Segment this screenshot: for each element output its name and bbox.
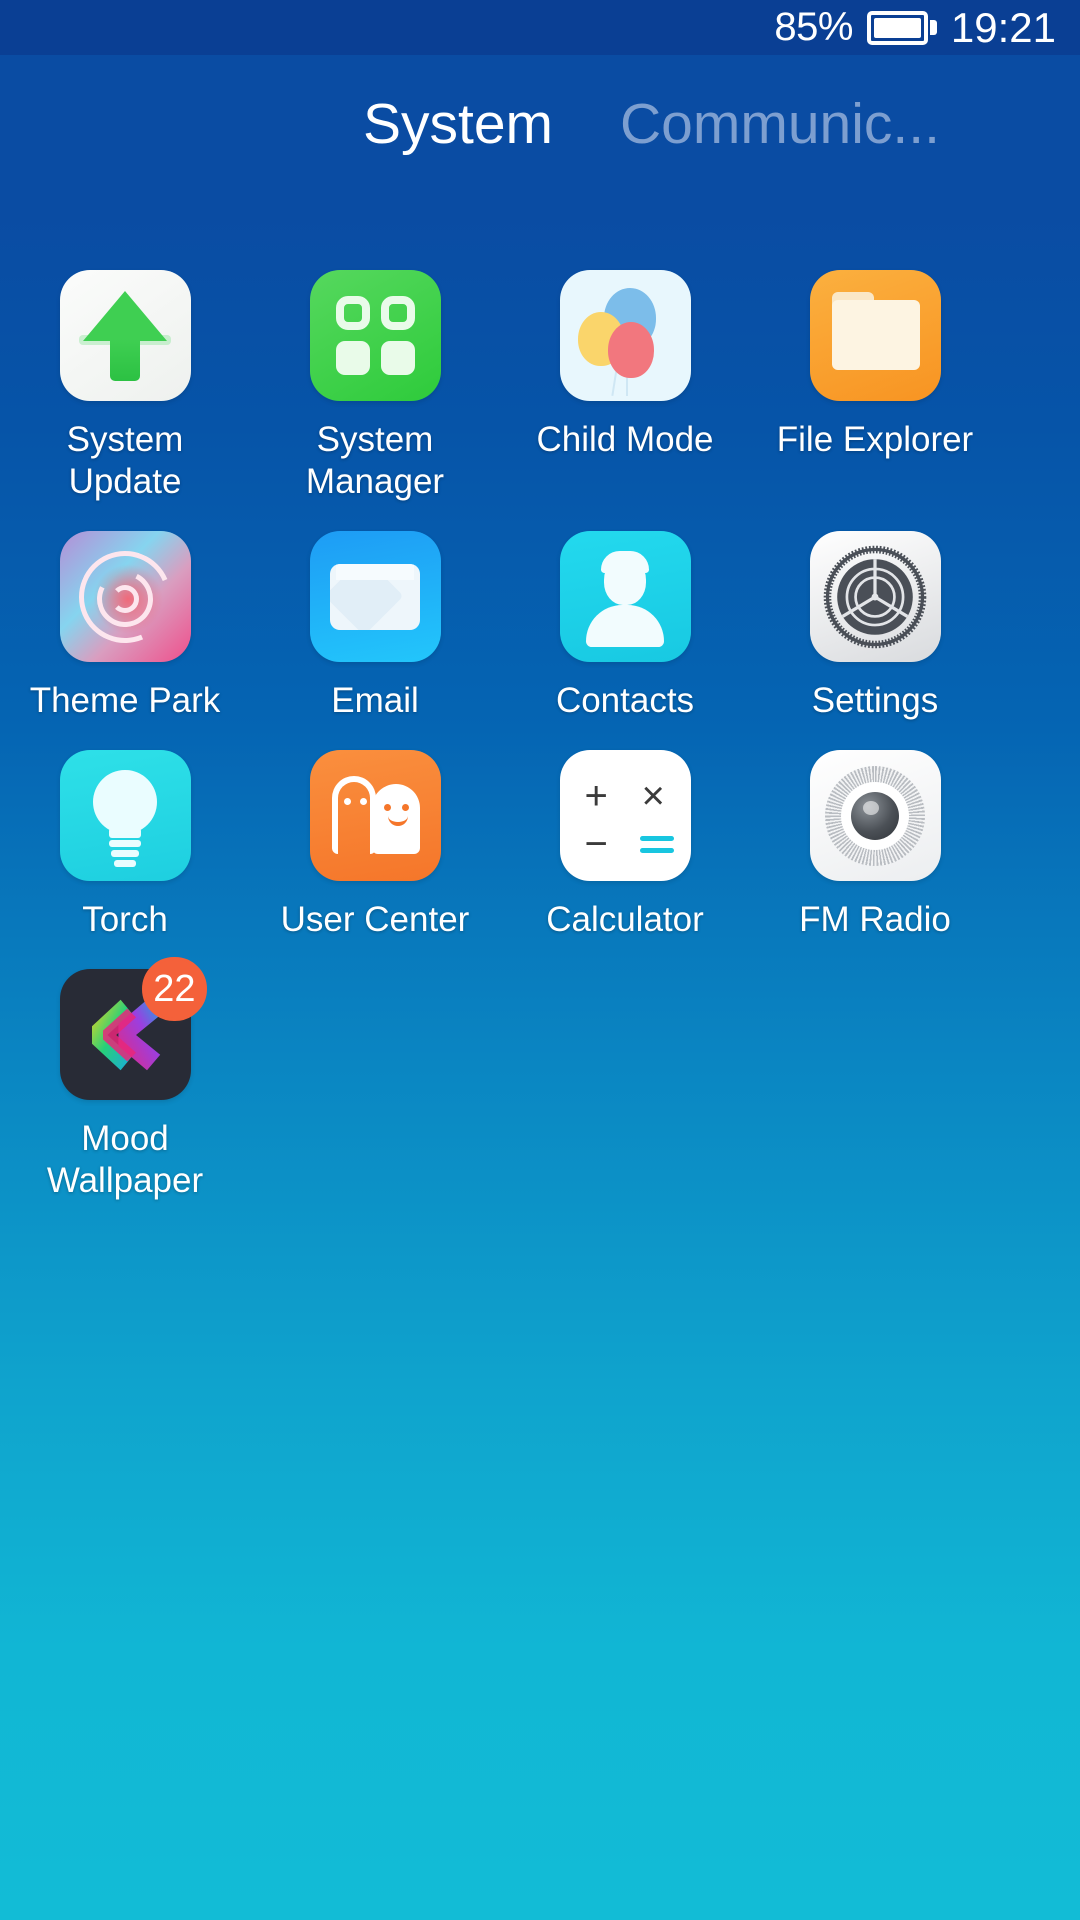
- app-item[interactable]: System Update: [22, 270, 228, 503]
- app-item[interactable]: Contacts: [522, 531, 728, 722]
- app-label: Torch: [18, 899, 233, 941]
- app-item[interactable]: User Center: [272, 750, 478, 941]
- child-mode-icon[interactable]: [560, 270, 691, 401]
- app-item[interactable]: Settings: [772, 531, 978, 722]
- status-bar: 85% 19:21: [0, 0, 1080, 55]
- app-item[interactable]: System Manager: [272, 270, 478, 503]
- tab-communication[interactable]: Communic...: [620, 91, 940, 157]
- battery-icon: [867, 11, 937, 45]
- system-manager-icon[interactable]: [310, 270, 441, 401]
- app-item[interactable]: Torch: [22, 750, 228, 941]
- app-label: Calculator: [518, 899, 733, 941]
- app-label: System Manager: [268, 419, 483, 503]
- theme-park-icon[interactable]: [60, 531, 191, 662]
- system-update-icon[interactable]: [60, 270, 191, 401]
- email-icon[interactable]: [310, 531, 441, 662]
- notification-badge: 22: [142, 957, 206, 1021]
- app-item[interactable]: FM Radio: [772, 750, 978, 941]
- app-item[interactable]: 22Mood Wallpaper: [22, 969, 228, 1202]
- category-tabs: System Communic...: [0, 78, 1080, 170]
- app-item[interactable]: Child Mode: [522, 270, 728, 503]
- tab-system[interactable]: System: [363, 91, 553, 157]
- user-center-icon[interactable]: [310, 750, 441, 881]
- app-label: File Explorer: [768, 419, 983, 461]
- app-item[interactable]: File Explorer: [772, 270, 978, 503]
- torch-icon[interactable]: [60, 750, 191, 881]
- app-item[interactable]: Email: [272, 531, 478, 722]
- status-bar-clock: 19:21: [951, 4, 1056, 52]
- battery-percent-label: 85%: [774, 5, 853, 50]
- fm-radio-icon[interactable]: [810, 750, 941, 881]
- settings-icon[interactable]: [810, 531, 941, 662]
- app-label: FM Radio: [768, 899, 983, 941]
- file-explorer-icon[interactable]: [810, 270, 941, 401]
- app-grid: System UpdateSystem Manager Child ModeFi…: [0, 270, 1080, 1230]
- app-label: Mood Wallpaper: [18, 1118, 233, 1202]
- app-label: Email: [268, 680, 483, 722]
- app-label: Settings: [768, 680, 983, 722]
- app-label: Child Mode: [518, 419, 733, 461]
- app-label: System Update: [18, 419, 233, 503]
- app-item[interactable]: Theme Park: [22, 531, 228, 722]
- app-item[interactable]: +× − Calculator: [522, 750, 728, 941]
- app-label: Contacts: [518, 680, 733, 722]
- contacts-icon[interactable]: [560, 531, 691, 662]
- app-label: Theme Park: [18, 680, 233, 722]
- mood-wallpaper-icon[interactable]: 22: [60, 969, 191, 1100]
- app-label: User Center: [268, 899, 483, 941]
- calculator-icon[interactable]: +× −: [560, 750, 691, 881]
